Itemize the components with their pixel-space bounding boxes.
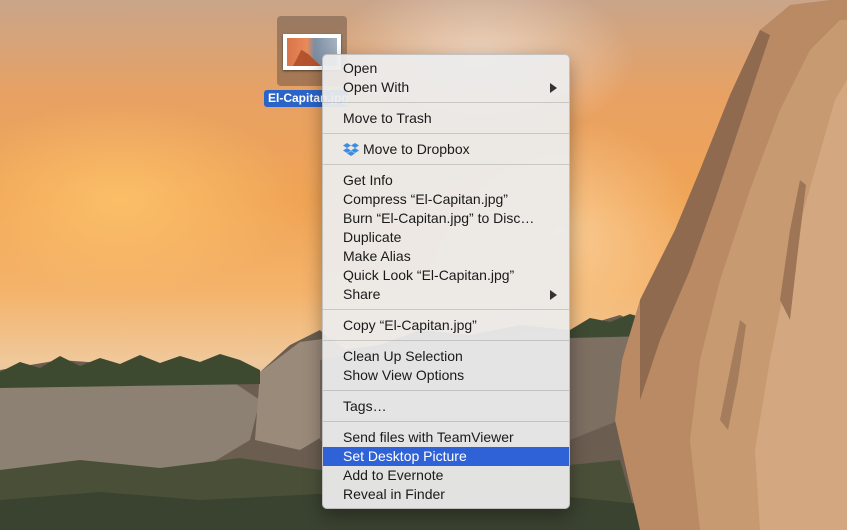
menu-item-label: Reveal in Finder <box>343 486 445 502</box>
menu-item-quick-look-el-capitan-jpg[interactable]: Quick Look “El-Capitan.jpg” <box>323 266 569 285</box>
menu-item-label: Duplicate <box>343 229 402 245</box>
menu-item-label: Set Desktop Picture <box>343 448 467 464</box>
menu-item-label: Open <box>343 60 378 76</box>
menu-separator <box>323 390 569 391</box>
submenu-arrow-icon <box>550 290 557 300</box>
menu-item-move-to-dropbox[interactable]: Move to Dropbox <box>323 140 569 159</box>
menu-separator <box>323 340 569 341</box>
menu-item-label: Quick Look “El-Capitan.jpg” <box>343 267 515 283</box>
menu-item-move-to-trash[interactable]: Move to Trash <box>323 109 569 128</box>
menu-item-send-files-with-teamviewer[interactable]: Send files with TeamViewer <box>323 428 569 447</box>
menu-item-duplicate[interactable]: Duplicate <box>323 228 569 247</box>
context-menu: Open Open With Move to Trash Move to Dropbo… <box>322 54 570 509</box>
menu-item-label: Show View Options <box>343 367 465 383</box>
menu-item-share[interactable]: Share <box>323 285 569 304</box>
menu-item-label: Open With <box>343 79 410 95</box>
menu-item-make-alias[interactable]: Make Alias <box>323 247 569 266</box>
dropbox-icon <box>343 143 359 156</box>
menu-item-copy-el-capitan-jpg[interactable]: Copy “El-Capitan.jpg” <box>323 316 569 335</box>
menu-item-label: Make Alias <box>343 248 411 264</box>
menu-item-open[interactable]: Open <box>323 59 569 78</box>
menu-separator <box>323 309 569 310</box>
menu-item-clean-up-selection[interactable]: Clean Up Selection <box>323 347 569 366</box>
menu-item-label: Burn “El-Capitan.jpg” to Disc… <box>343 210 535 226</box>
menu-item-label: Send files with TeamViewer <box>343 429 514 445</box>
menu-item-label: Move to Dropbox <box>363 141 470 157</box>
menu-separator <box>323 102 569 103</box>
submenu-arrow-icon <box>550 83 557 93</box>
menu-item-compress-el-capitan-jpg[interactable]: Compress “El-Capitan.jpg” <box>323 190 569 209</box>
menu-item-set-desktop-picture[interactable]: Set Desktop Picture <box>323 447 569 466</box>
menu-item-label: Get Info <box>343 172 393 188</box>
menu-separator <box>323 133 569 134</box>
menu-item-add-to-evernote[interactable]: Add to Evernote <box>323 466 569 485</box>
menu-item-show-view-options[interactable]: Show View Options <box>323 366 569 385</box>
menu-item-label: Copy “El-Capitan.jpg” <box>343 317 477 333</box>
menu-item-get-info[interactable]: Get Info <box>323 171 569 190</box>
menu-item-label: Share <box>343 286 381 302</box>
menu-item-open-with[interactable]: Open With <box>323 78 569 97</box>
menu-separator <box>323 164 569 165</box>
menu-separator <box>323 421 569 422</box>
menu-item-tags[interactable]: Tags… <box>323 397 569 416</box>
menu-item-label: Tags… <box>343 398 387 414</box>
menu-item-label: Move to Trash <box>343 110 432 126</box>
menu-item-label: Clean Up Selection <box>343 348 463 364</box>
menu-item-reveal-in-finder[interactable]: Reveal in Finder <box>323 485 569 504</box>
menu-item-label: Add to Evernote <box>343 467 444 483</box>
menu-item-label: Compress “El-Capitan.jpg” <box>343 191 508 207</box>
menu-item-burn-el-capitan-jpg-to-disc[interactable]: Burn “El-Capitan.jpg” to Disc… <box>323 209 569 228</box>
